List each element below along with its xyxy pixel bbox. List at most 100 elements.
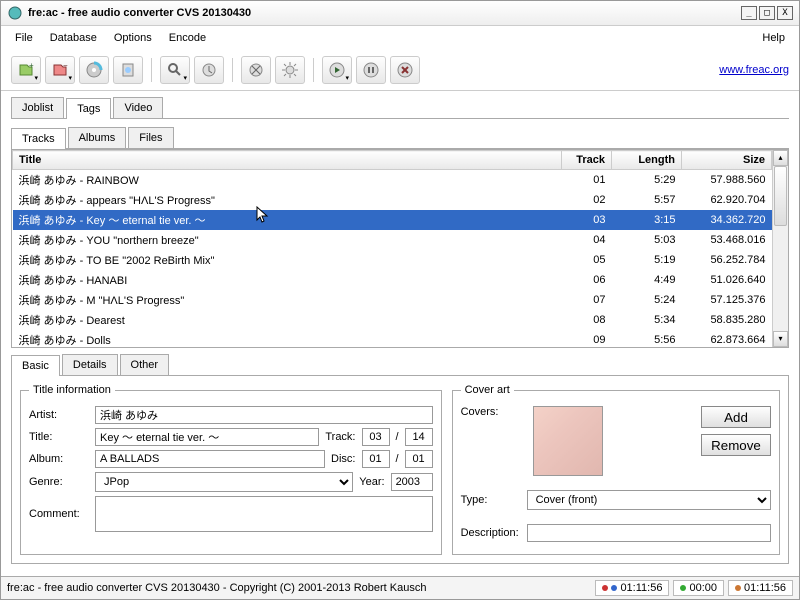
disc-input[interactable] xyxy=(362,450,390,468)
remove-cover-button[interactable]: Remove xyxy=(701,434,771,456)
cover-type-select[interactable]: Cover (front) xyxy=(527,490,771,510)
col-size[interactable]: Size xyxy=(682,151,772,170)
play-button[interactable] xyxy=(322,56,352,84)
cover-art-group: Cover art Covers: Add Remove xyxy=(452,384,780,555)
track-input[interactable] xyxy=(362,428,390,446)
add-files-button[interactable]: + xyxy=(11,56,41,84)
tab-files[interactable]: Files xyxy=(128,127,173,148)
config-button[interactable] xyxy=(275,56,305,84)
status-time-2: 00:00 xyxy=(673,580,724,596)
cell-size: 53.468.016 xyxy=(682,230,772,250)
svg-text:+: + xyxy=(29,61,34,70)
cell-length: 4:49 xyxy=(612,270,682,290)
cell-length: 5:24 xyxy=(612,290,682,310)
minimize-button[interactable]: _ xyxy=(741,6,757,20)
cover-desc-input[interactable] xyxy=(527,524,771,542)
artist-label: Artist: xyxy=(29,409,89,421)
scroll-thumb[interactable] xyxy=(774,166,787,226)
cover-type-label: Type: xyxy=(461,494,521,506)
tab-tracks[interactable]: Tracks xyxy=(11,128,66,149)
scroll-down-button[interactable]: ▾ xyxy=(773,331,788,347)
tab-basic[interactable]: Basic xyxy=(11,355,60,376)
cell-length: 3:15 xyxy=(612,210,682,230)
stop-button[interactable] xyxy=(390,56,420,84)
cddb-button[interactable] xyxy=(113,56,143,84)
tracks-table[interactable]: Title Track Length Size 浜崎 あゆみ - RAINBOW… xyxy=(12,150,772,348)
comment-input[interactable] xyxy=(95,496,433,532)
submit-button[interactable] xyxy=(194,56,224,84)
cell-title: 浜崎 あゆみ - TO BE "2002 ReBirth Mix" xyxy=(13,250,562,270)
menu-encode[interactable]: Encode xyxy=(161,29,214,47)
cell-title: 浜崎 あゆみ - appears "HΛL'S Progress" xyxy=(13,190,562,210)
cell-title: 浜崎 あゆみ - HANABI xyxy=(13,270,562,290)
svg-text:−: − xyxy=(63,61,68,70)
album-label: Album: xyxy=(29,453,89,465)
comment-label: Comment: xyxy=(29,508,89,520)
title-label: Title: xyxy=(29,431,89,443)
cover-thumbnail[interactable] xyxy=(533,406,603,476)
col-title[interactable]: Title xyxy=(13,151,562,170)
cell-size: 34.362.720 xyxy=(682,210,772,230)
year-label: Year: xyxy=(359,476,384,488)
table-row[interactable]: 浜崎 あゆみ - YOU "northern breeze"045:0353.4… xyxy=(13,230,772,250)
cell-track: 06 xyxy=(562,270,612,290)
settings-button[interactable] xyxy=(241,56,271,84)
cell-title: 浜崎 あゆみ - RAINBOW xyxy=(13,170,562,191)
close-button[interactable]: X xyxy=(777,6,793,20)
disc-label: Disc: xyxy=(331,453,355,465)
cell-title: 浜崎 あゆみ - Key ～ eternal tie ver. ～ xyxy=(13,210,562,230)
search-button[interactable] xyxy=(160,56,190,84)
table-row[interactable]: 浜崎 あゆみ - M "HΛL'S Progress"075:2457.125.… xyxy=(13,290,772,310)
album-input[interactable] xyxy=(95,450,325,468)
table-row[interactable]: 浜崎 あゆみ - Key ～ eternal tie ver. ～033:153… xyxy=(13,210,772,230)
status-time-1: 01:11:56 xyxy=(595,580,669,596)
table-row[interactable]: 浜崎 あゆみ - Dolls095:5662.873.664 xyxy=(13,330,772,348)
pause-button[interactable] xyxy=(356,56,386,84)
vertical-scrollbar[interactable]: ▴ ▾ xyxy=(772,150,788,347)
remove-files-button[interactable]: − xyxy=(45,56,75,84)
tab-other[interactable]: Other xyxy=(120,354,170,375)
cell-title: 浜崎 あゆみ - Dearest xyxy=(13,310,562,330)
title-input[interactable] xyxy=(95,428,319,446)
menu-database[interactable]: Database xyxy=(42,29,105,47)
genre-label: Genre: xyxy=(29,476,89,488)
scroll-up-button[interactable]: ▴ xyxy=(773,150,788,166)
table-row[interactable]: 浜崎 あゆみ - Dearest085:3458.835.280 xyxy=(13,310,772,330)
cell-track: 02 xyxy=(562,190,612,210)
cell-size: 57.125.376 xyxy=(682,290,772,310)
cell-title: 浜崎 あゆみ - Dolls xyxy=(13,330,562,348)
tab-albums[interactable]: Albums xyxy=(68,127,127,148)
status-time-3: 01:11:56 xyxy=(728,580,793,596)
col-length[interactable]: Length xyxy=(612,151,682,170)
menu-file[interactable]: File xyxy=(7,29,41,47)
app-icon xyxy=(7,5,23,21)
cd-button[interactable] xyxy=(79,56,109,84)
year-input[interactable] xyxy=(391,473,433,491)
col-track[interactable]: Track xyxy=(562,151,612,170)
artist-input[interactable] xyxy=(95,406,433,424)
menu-options[interactable]: Options xyxy=(106,29,160,47)
tab-joblist[interactable]: Joblist xyxy=(11,97,64,118)
website-link[interactable]: www.freac.org xyxy=(719,64,789,76)
covers-label: Covers: xyxy=(461,406,521,418)
table-row[interactable]: 浜崎 あゆみ - appears "HΛL'S Progress"025:576… xyxy=(13,190,772,210)
cell-size: 56.252.784 xyxy=(682,250,772,270)
maximize-button[interactable]: □ xyxy=(759,6,775,20)
menu-help[interactable]: Help xyxy=(754,29,793,47)
cover-desc-label: Description: xyxy=(461,527,521,539)
disc-total-input[interactable] xyxy=(405,450,433,468)
cell-size: 58.835.280 xyxy=(682,310,772,330)
cell-track: 01 xyxy=(562,170,612,191)
tab-details[interactable]: Details xyxy=(62,354,118,375)
tab-tags[interactable]: Tags xyxy=(66,98,111,119)
table-row[interactable]: 浜崎 あゆみ - TO BE "2002 ReBirth Mix"055:195… xyxy=(13,250,772,270)
table-row[interactable]: 浜崎 あゆみ - RAINBOW015:2957.988.560 xyxy=(13,170,772,191)
add-cover-button[interactable]: Add xyxy=(701,406,771,428)
track-total-input[interactable] xyxy=(405,428,433,446)
tab-video[interactable]: Video xyxy=(113,97,163,118)
genre-select[interactable]: JPop xyxy=(95,472,353,492)
cell-length: 5:57 xyxy=(612,190,682,210)
cell-size: 62.920.704 xyxy=(682,190,772,210)
cell-length: 5:29 xyxy=(612,170,682,191)
table-row[interactable]: 浜崎 あゆみ - HANABI064:4951.026.640 xyxy=(13,270,772,290)
